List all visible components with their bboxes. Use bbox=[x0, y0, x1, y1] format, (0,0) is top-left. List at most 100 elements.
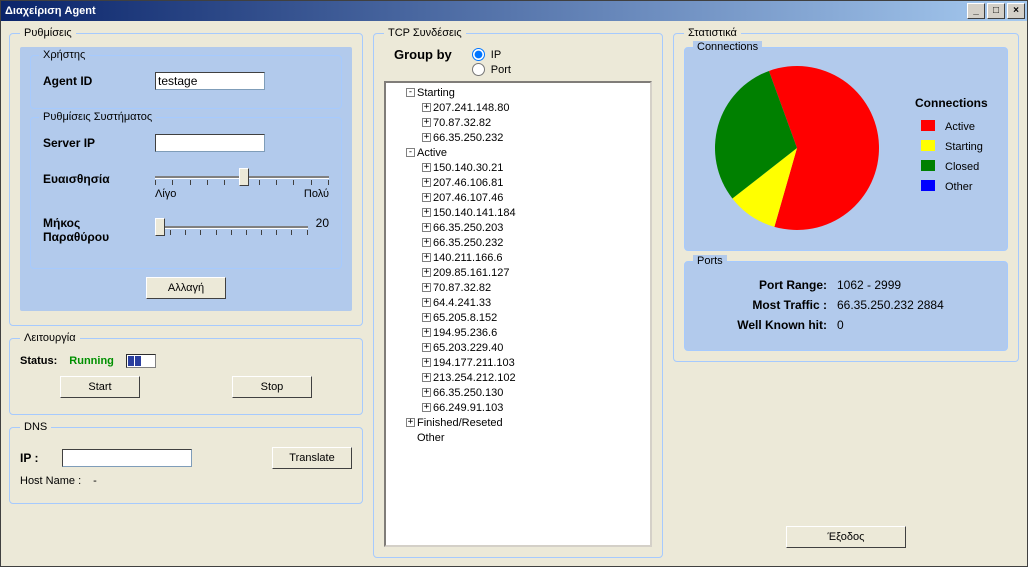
tree-leaf[interactable]: + 150.140.141.184 bbox=[390, 205, 648, 220]
exit-button[interactable]: Έξοδος bbox=[786, 526, 906, 548]
plus-icon[interactable]: + bbox=[422, 133, 431, 142]
groupby-label: Group by bbox=[394, 47, 452, 62]
plus-icon[interactable]: + bbox=[422, 238, 431, 247]
window-length-slider[interactable] bbox=[155, 216, 308, 242]
radio-ip-input[interactable] bbox=[472, 48, 485, 61]
dns-ip-input[interactable] bbox=[62, 449, 192, 467]
most-traffic-value: 66.35.250.232 2884 bbox=[837, 298, 944, 312]
tree-leaf[interactable]: + 66.35.250.203 bbox=[390, 220, 648, 235]
sensitivity-slider[interactable]: Λίγο Πολύ bbox=[155, 166, 329, 192]
tree-leaf[interactable]: + 65.203.229.40 bbox=[390, 340, 648, 355]
tree-leaf-label: 140.211.166.6 bbox=[433, 252, 503, 264]
tree-leaf[interactable]: + 213.254.212.102 bbox=[390, 370, 648, 385]
tree-leaf[interactable]: + 70.87.32.82 bbox=[390, 115, 648, 130]
ports-legend: Ports bbox=[693, 255, 727, 267]
stats-group: Στατιστικά Connections Connections Activ… bbox=[673, 27, 1019, 362]
tree-leaf-label: 66.35.250.232 bbox=[433, 132, 503, 144]
operation-legend: Λειτουργία bbox=[20, 332, 80, 344]
minus-icon[interactable]: - bbox=[406, 88, 415, 97]
wellknown-label: Well Known hit: bbox=[697, 318, 837, 332]
plus-icon[interactable]: + bbox=[422, 178, 431, 187]
ports-panel: Ports Port Range: 1062 - 2999 Most Traff… bbox=[684, 261, 1008, 351]
tree-leaf-label: 65.205.8.152 bbox=[433, 312, 497, 324]
radio-ip-label: IP bbox=[491, 49, 501, 61]
tree-leaf-label: 207.46.107.46 bbox=[433, 192, 503, 204]
title-bar: Διαχείριση Agent _ □ × bbox=[1, 1, 1027, 21]
tree-leaf[interactable]: + 64.4.241.33 bbox=[390, 295, 648, 310]
tree-leaf[interactable]: + 66.35.250.232 bbox=[390, 235, 648, 250]
tcp-legend: TCP Συνδέσεις bbox=[384, 27, 466, 39]
tree-leaf-label: 209.85.161.127 bbox=[433, 267, 509, 279]
server-ip-input[interactable] bbox=[155, 134, 265, 152]
tree-leaf[interactable]: + 70.87.32.82 bbox=[390, 280, 648, 295]
tree-leaf[interactable]: + 65.205.8.152 bbox=[390, 310, 648, 325]
agent-id-input[interactable] bbox=[155, 72, 265, 90]
radio-port-label: Port bbox=[491, 64, 511, 76]
radio-port[interactable]: Port bbox=[472, 63, 511, 76]
operation-group: Λειτουργία Status: Running Start Stop bbox=[9, 332, 363, 415]
radio-port-input[interactable] bbox=[472, 63, 485, 76]
apply-button[interactable]: Αλλαγή bbox=[146, 277, 226, 299]
tree-leaf[interactable]: + 150.140.30.21 bbox=[390, 160, 648, 175]
plus-icon[interactable]: + bbox=[422, 103, 431, 112]
port-range-value: 1062 - 2999 bbox=[837, 278, 901, 292]
translate-button[interactable]: Translate bbox=[272, 447, 352, 469]
plus-icon[interactable]: + bbox=[422, 163, 431, 172]
plus-icon[interactable]: + bbox=[422, 313, 431, 322]
plus-icon[interactable]: + bbox=[422, 388, 431, 397]
tree-leaf[interactable]: + 66.35.250.232 bbox=[390, 130, 648, 145]
close-button[interactable]: × bbox=[1007, 3, 1025, 19]
plus-icon[interactable]: + bbox=[406, 418, 415, 427]
tree-node-label: Starting bbox=[417, 87, 455, 99]
tree-leaf[interactable]: + 207.46.107.46 bbox=[390, 190, 648, 205]
tree-leaf[interactable]: + 194.177.211.103 bbox=[390, 355, 648, 370]
window: Διαχείριση Agent _ □ × Ρυθμίσεις Χρήστης… bbox=[0, 0, 1028, 567]
plus-icon[interactable]: + bbox=[422, 223, 431, 232]
settings-panel: Χρήστης Agent ID Ρυθμίσεις Συστήματος Se… bbox=[20, 47, 352, 311]
minimize-button[interactable]: _ bbox=[967, 3, 985, 19]
plus-icon[interactable]: + bbox=[422, 298, 431, 307]
tree-leaf[interactable]: + 209.85.161.127 bbox=[390, 265, 648, 280]
tree-node[interactable]: + Finished/Reseted bbox=[390, 415, 648, 430]
tree-leaf-label: 66.35.250.130 bbox=[433, 387, 503, 399]
tree-leaf-label: 207.46.106.81 bbox=[433, 177, 503, 189]
plus-icon[interactable]: + bbox=[422, 343, 431, 352]
stop-button[interactable]: Stop bbox=[232, 376, 312, 398]
tree-leaf[interactable]: + 66.35.250.130 bbox=[390, 385, 648, 400]
plus-icon[interactable]: + bbox=[422, 118, 431, 127]
minus-icon[interactable]: - bbox=[406, 148, 415, 157]
plus-icon[interactable]: + bbox=[422, 283, 431, 292]
system-settings-subgroup: Ρυθμίσεις Συστήματος Server IP Ευαισθησί… bbox=[30, 117, 342, 269]
legend-row: Starting bbox=[917, 138, 987, 156]
tree-leaf-label: 150.140.30.21 bbox=[433, 162, 503, 174]
plus-icon[interactable]: + bbox=[422, 253, 431, 262]
tree-leaf[interactable]: + 207.46.106.81 bbox=[390, 175, 648, 190]
plus-icon[interactable]: + bbox=[422, 373, 431, 382]
tree-leaf[interactable]: + 140.211.166.6 bbox=[390, 250, 648, 265]
pie-chart-area: Connections ActiveStartingClosedOther bbox=[697, 58, 995, 236]
plus-icon[interactable]: + bbox=[422, 328, 431, 337]
status-value: Running bbox=[69, 355, 114, 367]
plus-icon[interactable]: + bbox=[422, 403, 431, 412]
radio-ip[interactable]: IP bbox=[472, 48, 511, 61]
plus-icon[interactable]: + bbox=[422, 268, 431, 277]
tree-leaf[interactable]: + 66.249.91.103 bbox=[390, 400, 648, 415]
tree-leaf[interactable]: + 194.95.236.6 bbox=[390, 325, 648, 340]
plus-icon[interactable]: + bbox=[422, 358, 431, 367]
settings-group: Ρυθμίσεις Χρήστης Agent ID Ρυθμίσεις Συσ… bbox=[9, 27, 363, 326]
connections-pie-chart bbox=[697, 58, 897, 236]
plus-icon[interactable]: + bbox=[422, 193, 431, 202]
tree-node[interactable]: - Active bbox=[390, 145, 648, 160]
connections-panel: Connections Connections ActiveStartingCl… bbox=[684, 47, 1008, 251]
tcp-tree[interactable]: - Starting+ 207.241.148.80+ 70.87.32.82+… bbox=[384, 81, 652, 547]
connections-legend: Connections bbox=[693, 41, 762, 53]
maximize-button[interactable]: □ bbox=[987, 3, 1005, 19]
tree-leaf-label: 64.4.241.33 bbox=[433, 297, 491, 309]
tree-node[interactable]: Other bbox=[390, 430, 648, 445]
tree-node-label: Other bbox=[417, 432, 445, 444]
start-button[interactable]: Start bbox=[60, 376, 140, 398]
plus-icon[interactable]: + bbox=[422, 208, 431, 217]
tree-leaf-label: 70.87.32.82 bbox=[433, 282, 491, 294]
tree-node[interactable]: - Starting bbox=[390, 85, 648, 100]
tree-leaf[interactable]: + 207.241.148.80 bbox=[390, 100, 648, 115]
